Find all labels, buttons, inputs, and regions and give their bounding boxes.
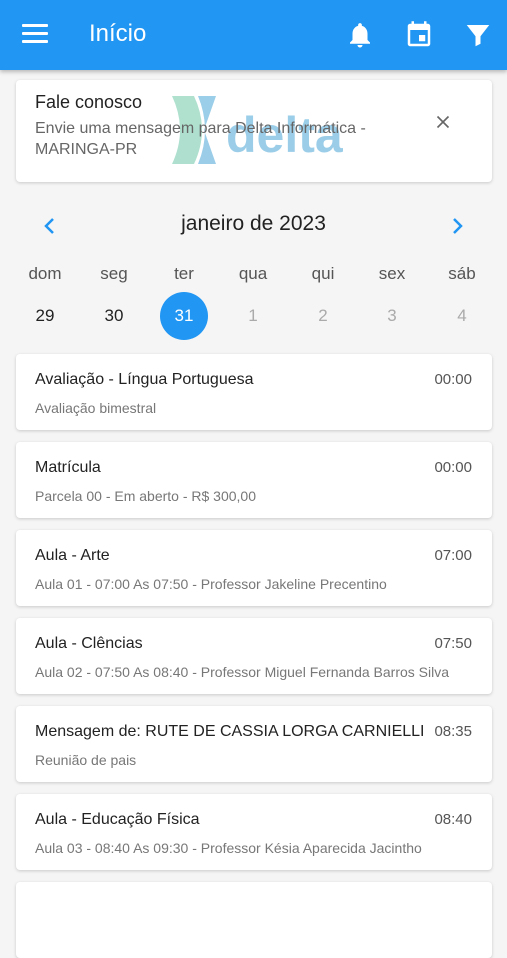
contact-card[interactable]: delta Fale conosco Envie uma mensagem pa…	[16, 80, 492, 182]
event-subtitle: Parcela 00 - Em aberto - R$ 300,00	[35, 488, 257, 504]
contact-title: Fale conosco	[35, 92, 143, 112]
close-icon[interactable]	[432, 111, 454, 133]
day-name: seg	[100, 264, 128, 283]
event-card[interactable]: Aula - Clências 07:50 Aula 02 - 07:50 As…	[16, 618, 492, 694]
event-title: Mensagem de: RUTE DE CASSIA LORGA CARNIE…	[35, 723, 425, 740]
event-time: 00:00	[434, 459, 472, 476]
day-thursday[interactable]: qui 2	[293, 260, 353, 340]
day-name: qua	[238, 264, 268, 283]
page-title: Início	[89, 20, 147, 47]
day-saturday[interactable]: sáb 4	[432, 260, 492, 340]
day-monday[interactable]: seg 30	[84, 260, 144, 340]
event-title: Aula - Educação Física	[35, 811, 200, 828]
day-name: dom	[28, 264, 62, 283]
day-number[interactable]: 2	[299, 292, 347, 340]
day-number[interactable]: 1	[229, 292, 277, 340]
event-card[interactable]: Aula - Educação Física 08:40 Aula 03 - 0…	[16, 794, 492, 870]
chevron-right-icon[interactable]	[447, 214, 467, 238]
day-name: qui	[311, 264, 335, 283]
event-time: 00:00	[434, 371, 472, 388]
day-name: sáb	[448, 264, 476, 283]
event-time: 07:50	[434, 635, 472, 652]
event-subtitle: Aula 02 - 07:50 As 08:40 - Professor Mig…	[35, 664, 449, 680]
app-bar: Início	[0, 0, 507, 70]
event-card[interactable]: Aula - Arte 07:00 Aula 01 - 07:00 As 07:…	[16, 530, 492, 606]
week-strip: dom 29 seg 30 ter 31 qua 1 qui 2 sex 3 s…	[10, 260, 497, 350]
event-subtitle: Avaliação bimestral	[35, 400, 157, 416]
day-number-selected[interactable]: 31	[160, 292, 208, 340]
month-label: janeiro de 2023	[181, 212, 326, 235]
event-title: Matrícula	[35, 459, 101, 476]
event-time: 08:35	[434, 723, 472, 740]
day-number[interactable]: 4	[438, 292, 486, 340]
event-title: Aula - Clências	[35, 635, 143, 652]
event-time: 07:00	[434, 547, 472, 564]
day-number[interactable]: 29	[21, 292, 69, 340]
contact-description: Envie uma mensagem para Delta Informátic…	[35, 120, 366, 158]
event-card-partial[interactable]	[16, 882, 492, 958]
event-card[interactable]: Avaliação - Língua Portuguesa 00:00 Aval…	[16, 354, 492, 430]
day-name: sex	[378, 264, 406, 283]
event-subtitle: Reunião de pais	[35, 752, 137, 768]
bell-icon[interactable]	[345, 20, 375, 50]
day-number[interactable]: 30	[90, 292, 138, 340]
event-card[interactable]: Matrícula 00:00 Parcela 00 - Em aberto -…	[16, 442, 492, 518]
filter-icon[interactable]	[463, 20, 493, 50]
event-title: Aula - Arte	[35, 547, 110, 564]
event-subtitle: Aula 03 - 08:40 As 09:30 - Professor Kés…	[35, 840, 422, 856]
calendar-header: janeiro de 2023	[0, 208, 507, 244]
day-tuesday[interactable]: ter 31	[154, 260, 214, 340]
day-number[interactable]: 3	[368, 292, 416, 340]
event-card[interactable]: Mensagem de: RUTE DE CASSIA LORGA CARNIE…	[16, 706, 492, 782]
event-subtitle: Aula 01 - 07:00 As 07:50 - Professor Jak…	[35, 576, 387, 592]
day-sunday[interactable]: dom 29	[15, 260, 75, 340]
event-time: 08:40	[434, 811, 472, 828]
menu-icon[interactable]	[22, 24, 48, 46]
event-title: Avaliação - Língua Portuguesa	[35, 371, 254, 388]
day-friday[interactable]: sex 3	[362, 260, 422, 340]
day-name: ter	[174, 264, 194, 283]
calendar-icon[interactable]	[404, 20, 434, 50]
day-wednesday[interactable]: qua 1	[223, 260, 283, 340]
